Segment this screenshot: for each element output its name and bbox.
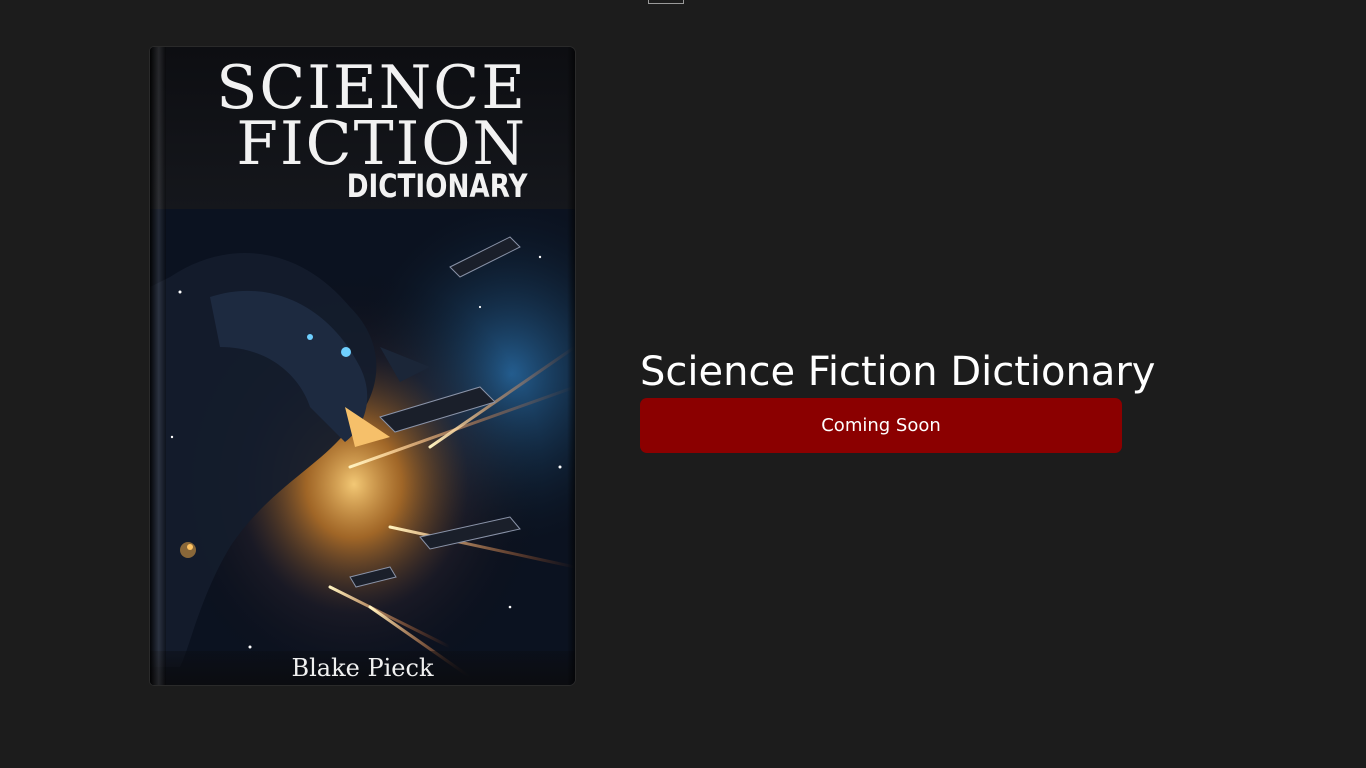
product-page: SCIENCE FICTION DICTIONARY Blake Pieck S…	[0, 0, 1366, 768]
product-info: Science Fiction Dictionary Coming Soon	[640, 346, 1156, 453]
cover-title-line3: DICTIONARY	[346, 167, 527, 205]
top-tab-handle[interactable]	[648, 0, 684, 4]
product-title: Science Fiction Dictionary	[640, 349, 1156, 395]
book-cover: SCIENCE FICTION DICTIONARY Blake Pieck	[150, 47, 575, 685]
book-spine	[150, 47, 166, 685]
book-edge	[567, 47, 575, 685]
coming-soon-button[interactable]: Coming Soon	[640, 398, 1122, 453]
cover-author: Blake Pieck	[150, 651, 575, 685]
